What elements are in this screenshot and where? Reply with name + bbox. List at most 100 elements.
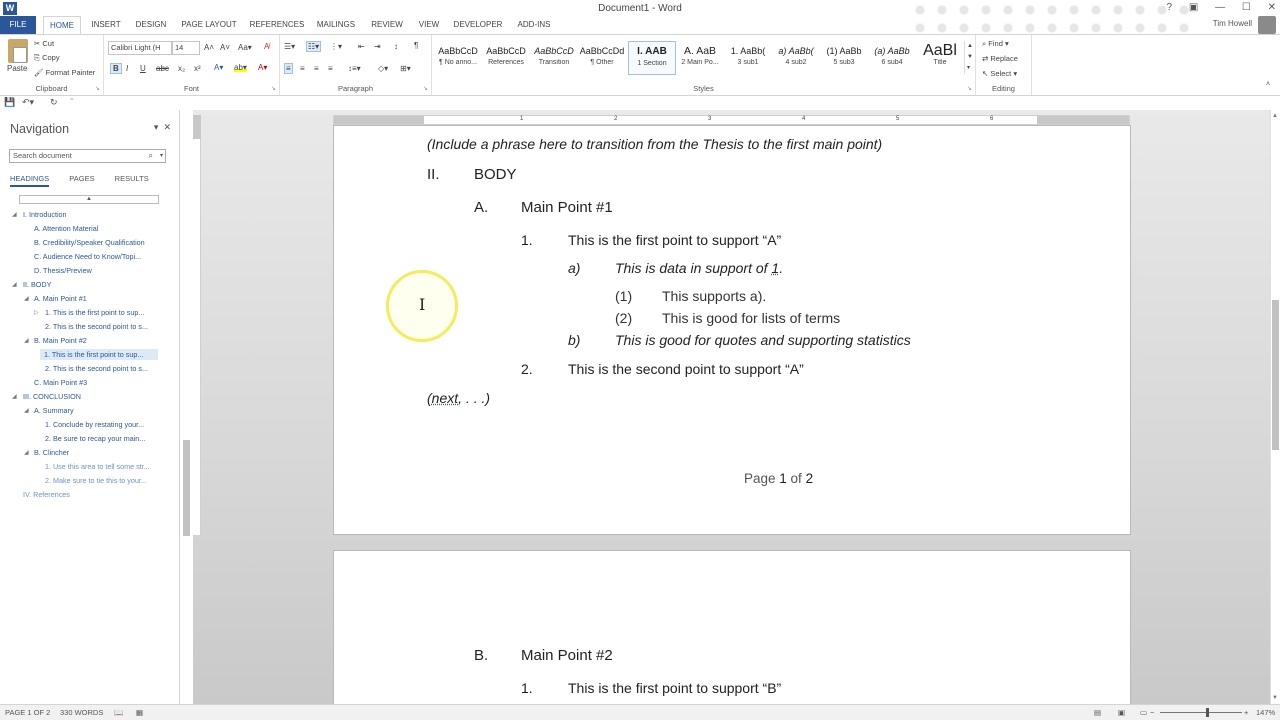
show-marks-icon[interactable]: ¶ xyxy=(414,41,418,50)
sub3-text[interactable]: This supports a). xyxy=(662,288,766,304)
read-mode-icon[interactable]: ▤ xyxy=(1094,708,1101,717)
next-placeholder[interactable]: (next, . . .) xyxy=(427,390,490,406)
heading-item[interactable]: I. Introduction xyxy=(23,210,168,219)
zoom-slider-thumb[interactable] xyxy=(1206,708,1209,717)
bullets-icon[interactable]: ☰▾ xyxy=(284,42,295,51)
find-button[interactable]: ⌕ Find ▾ xyxy=(982,39,1009,49)
style-references[interactable]: AaBbCcD References xyxy=(482,41,530,75)
collapse-triangle-icon[interactable]: ◢ xyxy=(12,281,17,288)
heading-item[interactable]: B. Main Point #2 xyxy=(34,336,179,345)
close-icon[interactable]: ✕ xyxy=(1268,2,1276,13)
font-size-box[interactable]: 14 xyxy=(172,41,200,55)
sort-icon[interactable]: ↕ xyxy=(394,42,398,51)
heading-item[interactable]: 2. Be sure to recap your main... xyxy=(45,434,157,443)
font-name-box[interactable]: Calibri Light (H xyxy=(108,41,172,55)
heading-item[interactable]: B. Credibility/Speaker Qualification xyxy=(34,238,179,247)
heading-item[interactable]: B. Clincher xyxy=(34,448,179,457)
font-color-icon[interactable]: A▾ xyxy=(258,63,267,72)
superscript-icon[interactable]: x² xyxy=(194,64,201,73)
tab-references[interactable]: REFERENCES xyxy=(247,16,307,34)
clear-formatting-icon[interactable]: A̸ xyxy=(264,42,269,51)
sub2-letter[interactable]: b) xyxy=(568,332,580,348)
section-heading[interactable]: BODY xyxy=(474,166,517,183)
heading-item[interactable]: 1. This is the first point to sup... xyxy=(45,308,157,317)
clipboard-launcher-icon[interactable]: ↘ xyxy=(95,85,100,92)
section-number[interactable]: II. xyxy=(427,166,440,183)
main-point-letter[interactable]: B. xyxy=(474,647,488,664)
sub-point-text[interactable]: This is the second point to support “A” xyxy=(568,361,804,377)
navigation-scroll-thumb[interactable] xyxy=(183,440,190,536)
change-case-icon[interactable]: Aa▾ xyxy=(238,43,252,52)
style-sub2[interactable]: a) AaBb(4 sub2 xyxy=(772,41,820,75)
borders-icon[interactable]: ⊞▾ xyxy=(400,64,411,73)
increase-indent-icon[interactable]: ⇥ xyxy=(374,42,381,51)
subscript-icon[interactable]: x₂ xyxy=(178,64,185,73)
sub-point-text[interactable]: This is the first point to support “B” xyxy=(568,680,781,696)
heading-item[interactable]: 2. This is the second point to s... xyxy=(45,322,157,331)
shading-icon[interactable]: ◇▾ xyxy=(378,64,388,73)
main-point-heading[interactable]: Main Point #1 xyxy=(521,199,613,216)
bold-button[interactable]: B xyxy=(110,63,122,74)
justify-icon[interactable]: ≡ xyxy=(328,64,333,73)
document-page-1[interactable]: (Include a phrase here to transition fro… xyxy=(333,125,1131,535)
transition-text[interactable]: (Include a phrase here to transition fro… xyxy=(427,136,882,152)
heading-item[interactable]: IV. References xyxy=(23,490,168,499)
undo-icon[interactable]: ↶▾ xyxy=(22,97,34,108)
format-painter-button[interactable]: 🖌 Format Painter xyxy=(34,68,95,77)
main-point-heading[interactable]: Main Point #2 xyxy=(521,647,613,664)
document-scrollbar[interactable]: ▲ ▼ xyxy=(1270,110,1280,704)
scroll-up-icon[interactable]: ▲ xyxy=(1272,113,1278,119)
zoom-level[interactable]: 147% xyxy=(1256,708,1275,717)
customize-qat-icon[interactable]: ⁼ xyxy=(70,97,74,105)
tab-headings[interactable]: HEADINGS xyxy=(10,174,50,187)
collapse-triangle-icon[interactable]: ◢ xyxy=(24,337,29,344)
maximize-icon[interactable]: ☐ xyxy=(1242,2,1251,13)
heading-item[interactable]: C. Main Point #3 xyxy=(34,378,179,387)
align-left-icon[interactable]: ≡ xyxy=(284,63,293,74)
styles-launcher-icon[interactable]: ↘ xyxy=(967,85,972,92)
paste-button[interactable]: Paste xyxy=(7,64,27,73)
style-title[interactable]: AaBl Title xyxy=(916,41,964,75)
zoom-slider[interactable] xyxy=(1160,712,1242,713)
tab-page-layout[interactable]: PAGE LAYOUT xyxy=(178,16,240,34)
heading-item[interactable]: 2. This is the second point to s... xyxy=(45,364,157,373)
word-count-status[interactable]: 330 WORDS xyxy=(60,708,103,717)
heading-item-selected[interactable]: 1. This is the first point to sup... xyxy=(40,349,158,360)
proofing-icon[interactable]: 📖 xyxy=(114,708,123,717)
web-layout-icon[interactable]: ▭ xyxy=(1140,708,1147,717)
collapse-triangle-icon[interactable]: ◢ xyxy=(24,407,29,414)
heading-item[interactable]: 1. Use this area to tell some str... xyxy=(45,462,157,471)
replace-button[interactable]: ⇄ Replace xyxy=(982,54,1018,63)
print-layout-icon[interactable]: ▣ xyxy=(1118,708,1125,717)
zoom-in-icon[interactable]: + xyxy=(1244,708,1248,717)
main-point-letter[interactable]: A. xyxy=(474,199,488,216)
redo-icon[interactable]: ↻ xyxy=(50,97,58,108)
navigation-scrollbar[interactable] xyxy=(182,110,192,540)
italic-button[interactable]: I xyxy=(126,64,128,73)
save-icon[interactable]: 💾 xyxy=(4,97,15,108)
tab-insert[interactable]: INSERT xyxy=(88,16,124,34)
style-sub4[interactable]: (a) AaBb 6 sub4 xyxy=(868,41,916,75)
sub3-number[interactable]: (1) xyxy=(615,288,632,304)
heading-item[interactable]: 2. Make sure to tie this to your... xyxy=(45,476,157,485)
highlight-icon[interactable]: ab▾ xyxy=(234,63,247,72)
collapse-triangle-icon[interactable]: ◢ xyxy=(24,295,29,302)
select-button[interactable]: ↖ Select ▾ xyxy=(982,69,1017,78)
style-sub1[interactable]: 1. AaBb(3 sub1 xyxy=(724,41,772,75)
heading-item[interactable]: II. BODY xyxy=(23,280,168,289)
page-count-status[interactable]: PAGE 1 OF 2 xyxy=(5,708,50,717)
zoom-out-icon[interactable]: − xyxy=(1150,708,1154,717)
tab-add-ins[interactable]: ADD-INS xyxy=(512,16,556,34)
tab-review[interactable]: REVIEW xyxy=(366,16,408,34)
paste-icon[interactable] xyxy=(8,39,28,63)
document-scroll-thumb[interactable] xyxy=(1272,300,1279,450)
expand-triangle-icon[interactable]: ▷ xyxy=(34,309,39,316)
pane-close-icon[interactable]: ✕ xyxy=(163,122,171,132)
font-launcher-icon[interactable]: ↘ xyxy=(271,85,276,92)
tab-pages[interactable]: PAGES xyxy=(69,174,94,183)
pane-options-icon[interactable]: ▾ xyxy=(154,122,159,132)
numbering-icon[interactable]: ☷▾ xyxy=(306,41,322,52)
line-spacing-icon[interactable]: ↕≡▾ xyxy=(348,64,361,73)
styles-scroll-icon[interactable]: ▲ ▼ ▾ xyxy=(964,41,973,74)
underline-button[interactable]: U xyxy=(140,64,146,73)
